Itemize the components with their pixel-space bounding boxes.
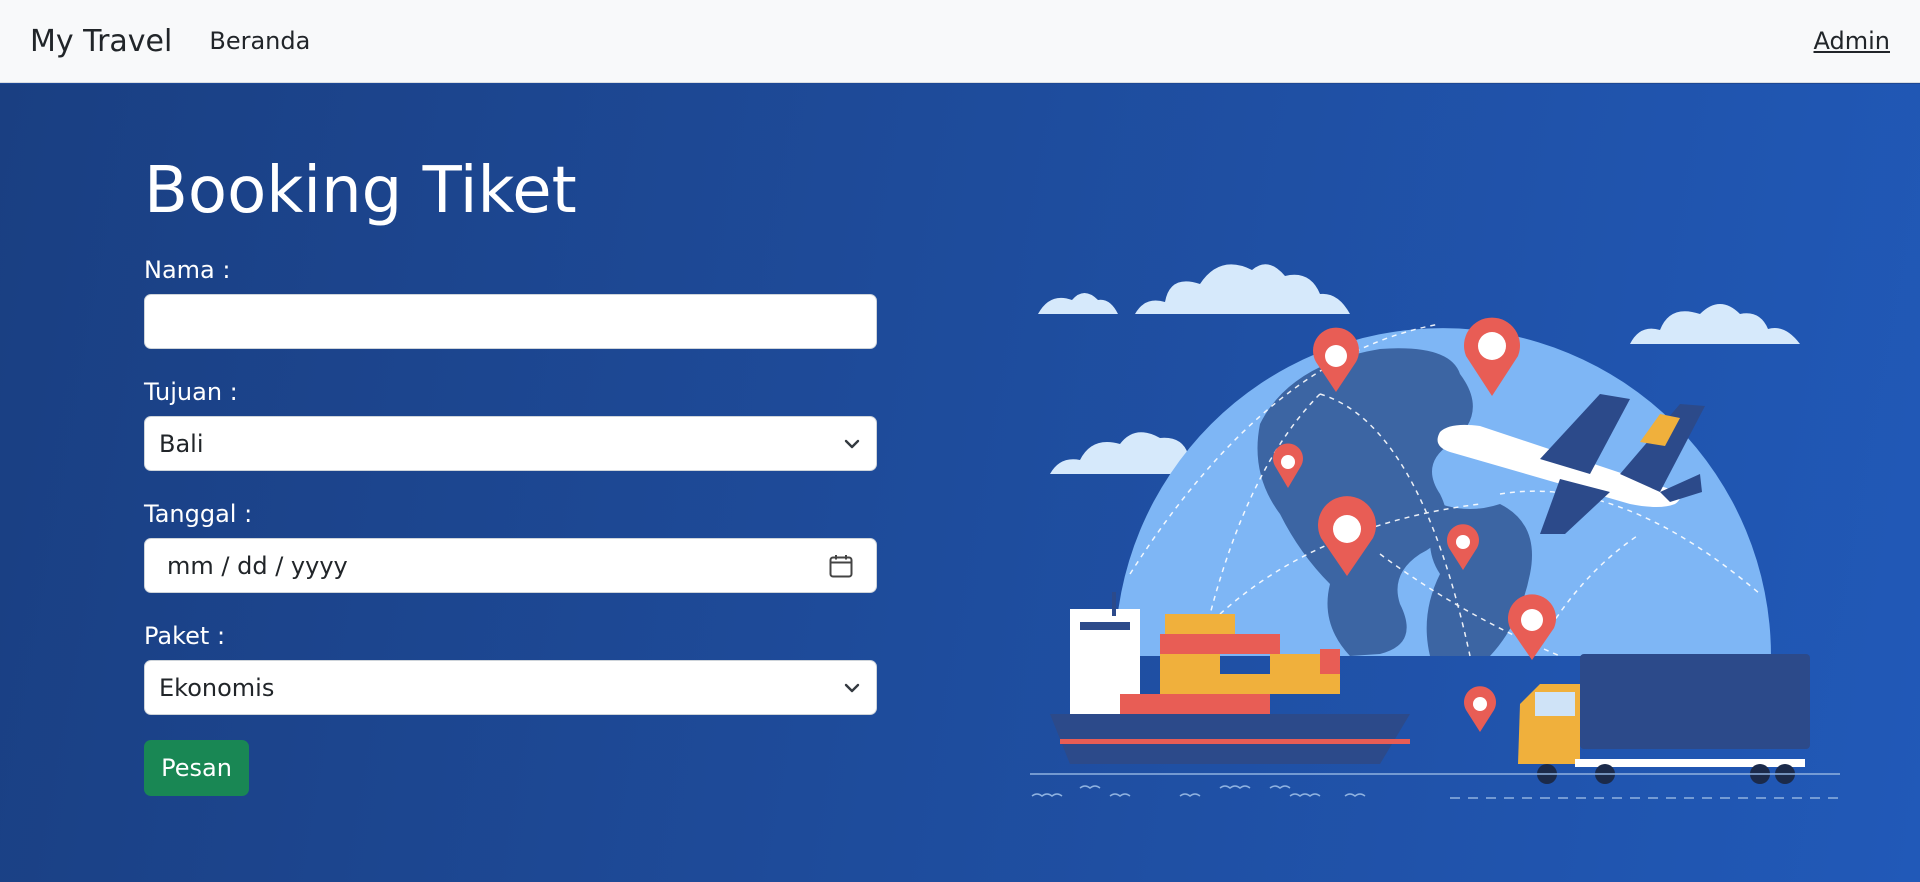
tanggal-placeholder: mm / dd / yyyy [167, 551, 348, 580]
truck-icon [1518, 654, 1810, 784]
travel-illustration [1030, 264, 1840, 799]
nama-label: Nama : [144, 256, 231, 284]
brand-link[interactable]: My Travel [30, 24, 172, 59]
nav-link-admin[interactable]: Admin [1814, 27, 1891, 55]
paket-label: Paket : [144, 622, 226, 650]
nav-link-beranda[interactable]: Beranda [209, 27, 310, 55]
nama-input[interactable] [144, 294, 877, 349]
hero-section: Booking Tiket Nama : Tujuan : Bali Tangg… [0, 84, 1920, 882]
chevron-down-icon [844, 439, 860, 448]
paket-value: Ekonomis [159, 673, 275, 702]
tujuan-select[interactable]: Bali [144, 416, 877, 471]
tanggal-input[interactable]: mm / dd / yyyy [144, 538, 877, 593]
tanggal-label: Tanggal : [144, 500, 253, 528]
page-title: Booking Tiket [144, 154, 577, 228]
paket-select[interactable]: Ekonomis [144, 660, 877, 715]
navbar: My Travel Beranda Admin [0, 0, 1920, 83]
tujuan-label: Tujuan : [144, 378, 238, 406]
calendar-icon[interactable] [828, 553, 854, 579]
chevron-down-icon [844, 683, 860, 692]
tujuan-value: Bali [159, 429, 204, 458]
pesan-button[interactable]: Pesan [144, 740, 249, 796]
